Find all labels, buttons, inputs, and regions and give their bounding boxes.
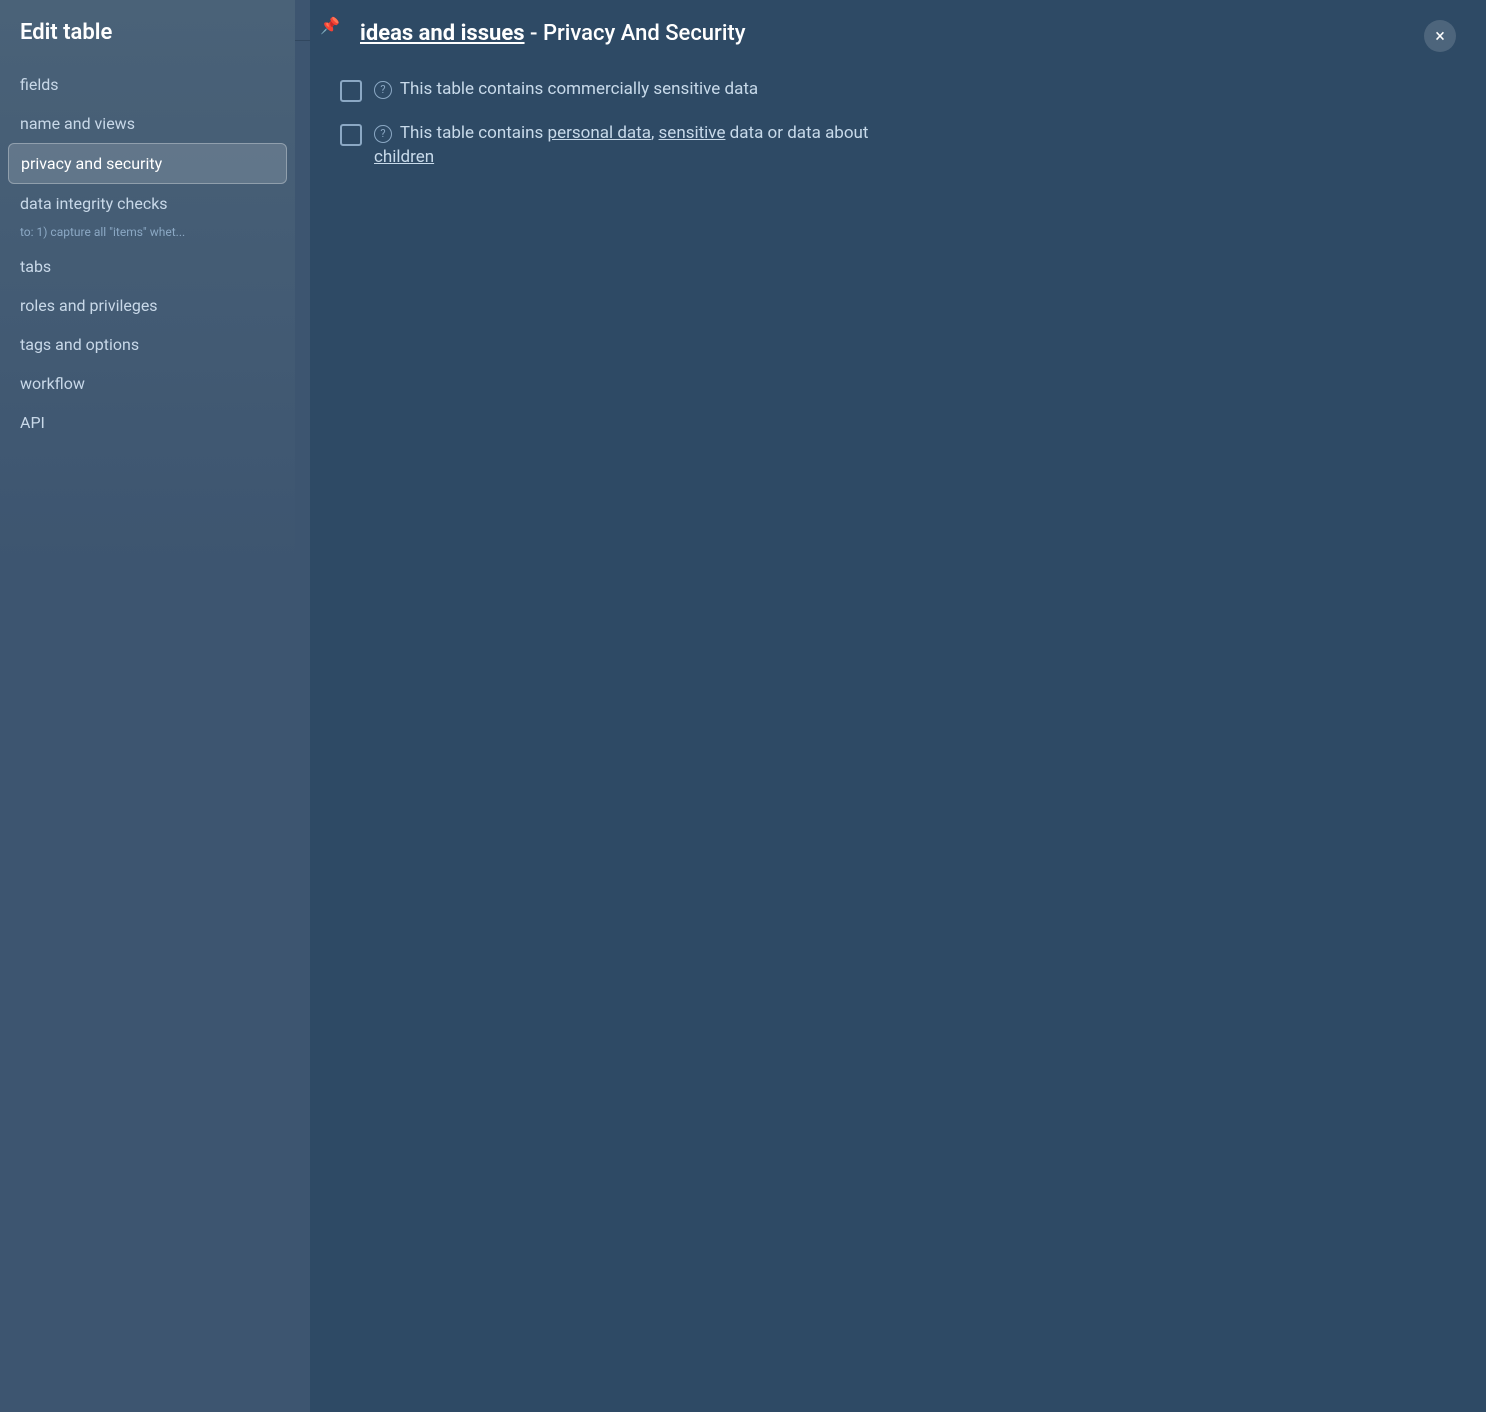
sidebar-item-workflow[interactable]: workflow <box>8 364 287 403</box>
sidebar-item-label: tags and options <box>20 335 139 354</box>
edit-table-sidebar: Edit table fields name and views privacy… <box>0 0 295 1412</box>
commercially-sensitive-text: This table contains commercially sensiti… <box>400 79 758 99</box>
modal-header: 📌 ideas and issues - Privacy And Securit… <box>310 0 1486 68</box>
sidebar-item-note: to: 1) capture all "items" whet... <box>0 223 295 247</box>
commercially-sensitive-label: ? This table contains commercially sensi… <box>374 78 758 102</box>
modal-title: ideas and issues - Privacy And Security <box>340 20 746 49</box>
sidebar-item-fields[interactable]: fields <box>8 65 287 104</box>
pin-icon[interactable]: 📌 <box>320 16 340 35</box>
sidebar-item-label: tabs <box>20 257 51 276</box>
personal-data-checkbox[interactable] <box>340 124 362 146</box>
sidebar-item-label: API <box>20 413 45 432</box>
sidebar-item-name-and-views[interactable]: name and views <box>8 104 287 143</box>
sidebar-item-privacy-and-security[interactable]: privacy and security <box>8 143 287 184</box>
help-icon-2[interactable]: ? <box>374 125 392 143</box>
sidebar-item-label: data integrity checks <box>20 194 168 213</box>
personal-data-row: ? This table contains personal data, sen… <box>340 122 1456 170</box>
modal-body: ? This table contains commercially sensi… <box>310 68 1486 1412</box>
sidebar-title: Edit table <box>0 20 295 65</box>
help-icon-1[interactable]: ? <box>374 81 392 99</box>
personal-data-label: ? This table contains personal data, sen… <box>374 122 868 170</box>
commercially-sensitive-checkbox[interactable] <box>340 80 362 102</box>
data-suffix: data or data about <box>725 123 868 143</box>
title-separator: - Privacy And Security <box>530 21 746 46</box>
sidebar-item-api[interactable]: API <box>8 403 287 442</box>
sidebar-item-data-integrity[interactable]: data integrity checks <box>8 184 287 223</box>
sidebar-item-tags-and-options[interactable]: tags and options <box>8 325 287 364</box>
sidebar-item-label: privacy and security <box>21 154 162 173</box>
sidebar-item-label: name and views <box>20 114 135 133</box>
sidebar-item-tabs[interactable]: tabs <box>8 247 287 286</box>
sidebar-item-roles-and-privileges[interactable]: roles and privileges <box>8 286 287 325</box>
sidebar-item-label: fields <box>20 75 59 94</box>
commercially-sensitive-row: ? This table contains commercially sensi… <box>340 78 1456 102</box>
personal-data-prefix: This table contains <box>400 123 548 143</box>
personal-data-link[interactable]: personal data <box>548 123 651 143</box>
privacy-security-modal: 📌 ideas and issues - Privacy And Securit… <box>310 0 1486 1412</box>
close-button[interactable]: × <box>1424 20 1456 52</box>
table-name: ideas and issues <box>360 21 525 46</box>
sensitive-link[interactable]: sensitive <box>659 123 726 143</box>
children-link[interactable]: children <box>374 147 434 167</box>
modal-overlay: 📌 ideas and issues - Privacy And Securit… <box>310 0 1486 1412</box>
sidebar-item-label: workflow <box>20 374 85 393</box>
comma-sep: , <box>651 123 659 143</box>
sidebar-item-label: roles and privileges <box>20 296 158 315</box>
